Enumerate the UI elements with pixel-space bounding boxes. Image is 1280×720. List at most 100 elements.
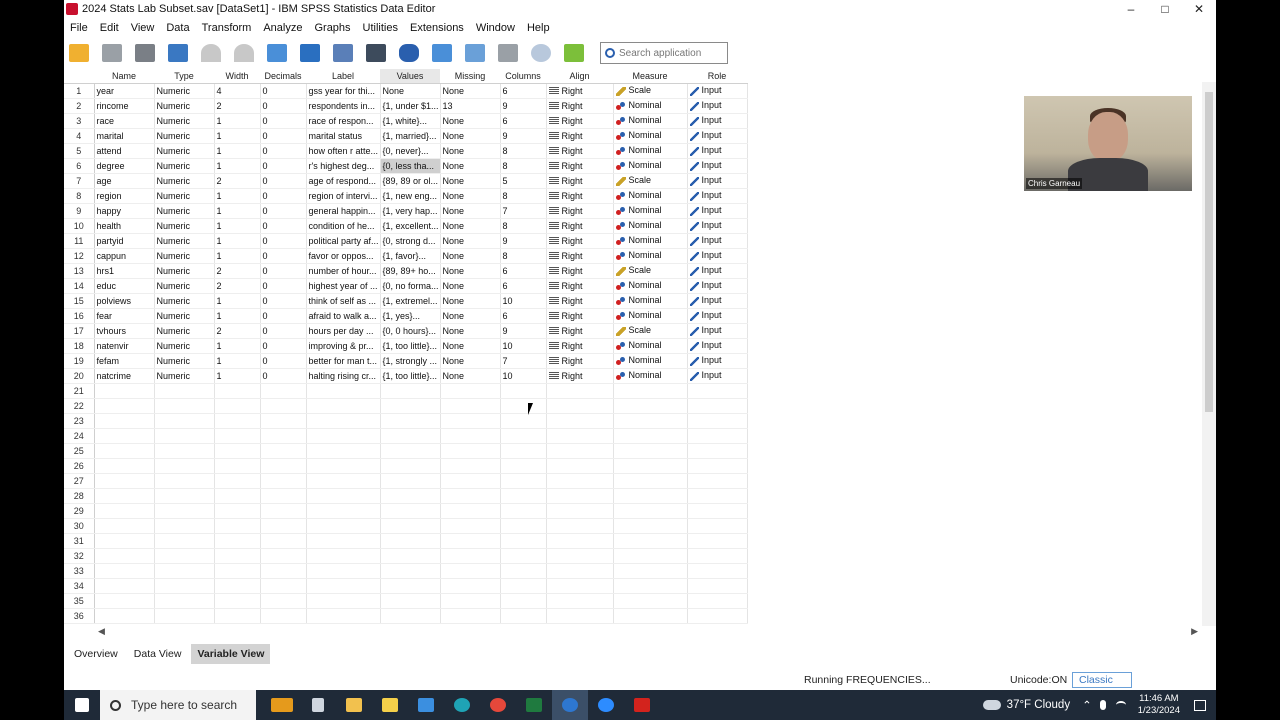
cell-name[interactable]: marital <box>94 128 155 144</box>
cell-type[interactable]: Numeric <box>154 248 215 264</box>
empty-cell[interactable] <box>260 458 307 474</box>
tray-chevron-icon[interactable]: ⌃ <box>1082 698 1092 712</box>
cell-role[interactable]: Input <box>687 203 748 219</box>
cell-label[interactable]: respondents in... <box>306 98 381 114</box>
run-descriptives-icon[interactable] <box>361 39 391 67</box>
cell-columns[interactable]: 10 <box>500 338 547 354</box>
taskbar-search[interactable]: Type here to search <box>100 690 256 720</box>
cell-type[interactable]: Numeric <box>154 98 215 114</box>
row-number[interactable]: 13 <box>64 263 95 279</box>
row-number[interactable]: 32 <box>64 548 95 564</box>
cell-type[interactable]: Numeric <box>154 143 215 159</box>
cell-type[interactable]: Numeric <box>154 353 215 369</box>
cell-label[interactable]: think of self as ... <box>306 293 381 309</box>
empty-cell[interactable] <box>687 563 748 579</box>
cell-name[interactable]: natenvir <box>94 338 155 354</box>
empty-cell[interactable] <box>440 398 501 414</box>
empty-cell[interactable] <box>380 488 441 504</box>
empty-cell[interactable] <box>94 548 155 564</box>
cell-type[interactable]: Numeric <box>154 188 215 204</box>
empty-cell[interactable] <box>214 428 261 444</box>
cell-measure[interactable]: Nominal <box>613 278 688 294</box>
cell-label[interactable]: political party af... <box>306 233 381 249</box>
cell-role[interactable]: Input <box>687 233 748 249</box>
empty-cell[interactable] <box>500 428 547 444</box>
empty-cell[interactable] <box>380 518 441 534</box>
cell-name[interactable]: year <box>94 83 155 99</box>
empty-cell[interactable] <box>260 533 307 549</box>
cell-decimals[interactable]: 0 <box>260 128 307 144</box>
cell-decimals[interactable]: 0 <box>260 98 307 114</box>
empty-cell[interactable] <box>306 413 381 429</box>
cell-decimals[interactable]: 0 <box>260 263 307 279</box>
cell-label[interactable]: general happin... <box>306 203 381 219</box>
cell-columns[interactable]: 9 <box>500 323 547 339</box>
empty-cell[interactable] <box>306 473 381 489</box>
empty-cell[interactable] <box>214 458 261 474</box>
menu-transform[interactable]: Transform <box>196 22 258 34</box>
cell-measure[interactable]: Nominal <box>613 293 688 309</box>
row-number[interactable]: 36 <box>64 608 95 624</box>
cell-decimals[interactable]: 0 <box>260 113 307 129</box>
empty-cell[interactable] <box>306 518 381 534</box>
cell-width[interactable]: 1 <box>214 233 261 249</box>
empty-cell[interactable] <box>306 548 381 564</box>
zoom-icon[interactable] <box>588 690 624 720</box>
cell-role[interactable]: Input <box>687 98 748 114</box>
menu-help[interactable]: Help <box>521 22 556 34</box>
empty-cell[interactable] <box>154 563 215 579</box>
empty-cell[interactable] <box>613 518 688 534</box>
cell-decimals[interactable]: 0 <box>260 158 307 174</box>
empty-cell[interactable] <box>546 428 614 444</box>
empty-cell[interactable] <box>546 398 614 414</box>
cell-decimals[interactable]: 0 <box>260 83 307 99</box>
menu-window[interactable]: Window <box>470 22 521 34</box>
goto-case-icon[interactable] <box>262 39 292 67</box>
cell-columns[interactable]: 6 <box>500 308 547 324</box>
empty-cell[interactable] <box>260 578 307 594</box>
cell-columns[interactable]: 9 <box>500 98 547 114</box>
empty-cell[interactable] <box>440 578 501 594</box>
empty-cell[interactable] <box>380 608 441 624</box>
empty-cell[interactable] <box>687 428 748 444</box>
cell-values[interactable]: {1, favor}... <box>380 248 441 264</box>
empty-cell[interactable] <box>500 458 547 474</box>
cell-label[interactable]: number of hour... <box>306 263 381 279</box>
cell-values[interactable]: {0, no forma... <box>380 278 441 294</box>
empty-cell[interactable] <box>546 518 614 534</box>
cell-align[interactable]: Right <box>546 218 614 234</box>
empty-cell[interactable] <box>613 413 688 429</box>
cell-label[interactable]: hours per day ... <box>306 323 381 339</box>
empty-cell[interactable] <box>687 608 748 624</box>
cell-label[interactable]: age of respond... <box>306 173 381 189</box>
cell-width[interactable]: 2 <box>214 278 261 294</box>
empty-cell[interactable] <box>613 458 688 474</box>
cell-measure[interactable]: Nominal <box>613 368 688 384</box>
empty-cell[interactable] <box>440 473 501 489</box>
empty-cell[interactable] <box>440 503 501 519</box>
row-number[interactable]: 8 <box>64 188 95 204</box>
variables-icon[interactable] <box>328 39 358 67</box>
empty-cell[interactable] <box>306 383 381 399</box>
cell-name[interactable]: rincome <box>94 98 155 114</box>
empty-cell[interactable] <box>214 383 261 399</box>
row-number[interactable]: 33 <box>64 563 95 579</box>
cell-width[interactable]: 1 <box>214 158 261 174</box>
horizontal-scrollbar[interactable]: ◀ ▶ <box>94 626 1202 638</box>
cell-name[interactable]: polviews <box>94 293 155 309</box>
undo-icon[interactable] <box>196 39 226 67</box>
value-labels-icon[interactable] <box>526 39 556 67</box>
cell-values[interactable]: {1, under $1... <box>380 98 441 114</box>
empty-cell[interactable] <box>214 443 261 459</box>
menu-data[interactable]: Data <box>160 22 195 34</box>
row-number[interactable]: 3 <box>64 113 95 129</box>
empty-cell[interactable] <box>687 413 748 429</box>
cell-type[interactable]: Numeric <box>154 323 215 339</box>
empty-cell[interactable] <box>306 458 381 474</box>
cell-width[interactable]: 1 <box>214 368 261 384</box>
empty-cell[interactable] <box>154 428 215 444</box>
redo-icon[interactable] <box>229 39 259 67</box>
cell-columns[interactable]: 10 <box>500 368 547 384</box>
cell-name[interactable]: attend <box>94 143 155 159</box>
cell-values[interactable]: {0, less tha... <box>380 158 441 174</box>
